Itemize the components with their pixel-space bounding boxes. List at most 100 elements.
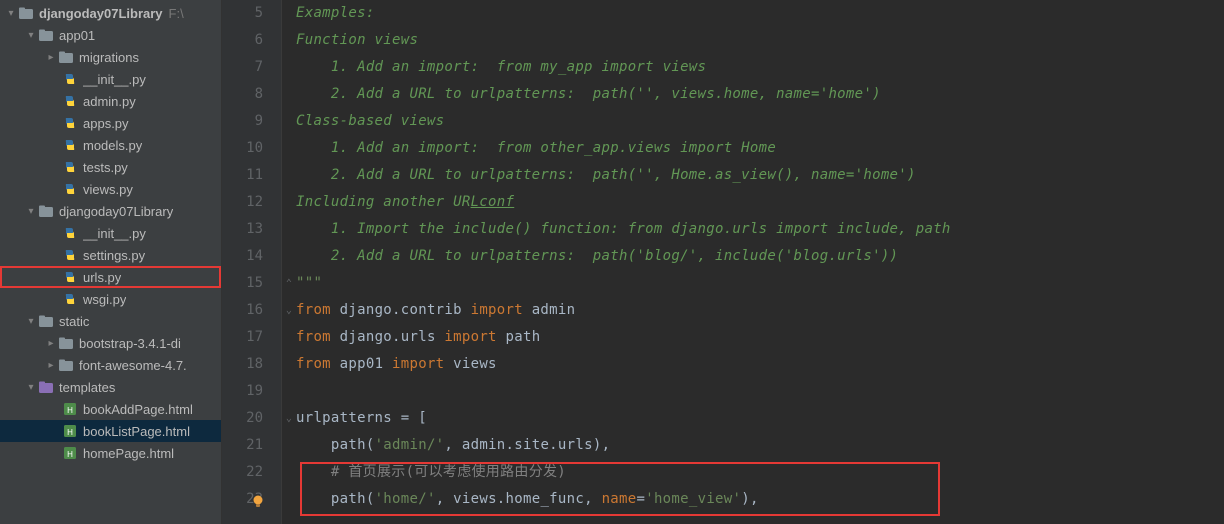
line-number[interactable]: 6 xyxy=(222,27,263,54)
code-line[interactable]: 1. Import the include() function: from d… xyxy=(296,216,1224,243)
tree-item-label: models.py xyxy=(83,138,142,153)
line-number[interactable]: 12 xyxy=(222,189,263,216)
code-line[interactable]: Including another URLconf xyxy=(296,189,1224,216)
line-number[interactable]: 10 xyxy=(222,135,263,162)
tree-item[interactable]: HbookAddPage.html xyxy=(0,398,221,420)
line-number[interactable]: 11 xyxy=(222,162,263,189)
chevron-right-icon[interactable]: ▸ xyxy=(44,338,58,349)
tree-item[interactable]: tests.py xyxy=(0,156,221,178)
tree-item[interactable]: ▾templates xyxy=(0,376,221,398)
tree-item-label: apps.py xyxy=(83,116,129,131)
code-line[interactable]: 1. Add an import: from my_app import vie… xyxy=(296,54,1224,81)
tree-item[interactable]: ▾static xyxy=(0,310,221,332)
tree-item[interactable]: HbookListPage.html xyxy=(0,420,221,442)
tree-item[interactable]: admin.py xyxy=(0,90,221,112)
chevron-down-icon[interactable]: ▾ xyxy=(24,206,38,217)
code-line[interactable]: # 首页展示(可以考虑使用路由分发) xyxy=(296,459,1224,486)
folder-icon xyxy=(38,313,54,329)
project-root[interactable]: ▾ djangoday07LibraryF:\ xyxy=(0,2,221,24)
code-line[interactable]: from app01 import views xyxy=(296,351,1224,378)
line-number[interactable]: 21 xyxy=(222,432,263,459)
line-number-gutter[interactable]: 567891011121314151617181920212223 xyxy=(222,0,282,524)
code-editor[interactable]: Examples:Function views 1. Add an import… xyxy=(282,0,1224,524)
line-number[interactable]: 7 xyxy=(222,54,263,81)
code-line[interactable]: Function views xyxy=(296,27,1224,54)
chevron-down-icon[interactable]: ▾ xyxy=(24,382,38,393)
fold-start-icon[interactable]: ⌄ xyxy=(284,405,294,432)
python-file-icon xyxy=(62,247,78,263)
tree-item-label: __init__.py xyxy=(83,72,146,87)
code-line[interactable]: path('admin/', admin.site.urls), xyxy=(296,432,1224,459)
tree-item[interactable]: apps.py xyxy=(0,112,221,134)
line-number[interactable]: 16 xyxy=(222,297,263,324)
chevron-down-icon[interactable]: ▾ xyxy=(24,316,38,327)
tree-item[interactable]: ▸ migrations xyxy=(0,46,221,68)
fold-end-icon[interactable]: ⌃ xyxy=(284,270,294,297)
line-number[interactable]: 17 xyxy=(222,324,263,351)
line-number[interactable]: 8 xyxy=(222,81,263,108)
line-number[interactable]: 19 xyxy=(222,378,263,405)
tree-item[interactable]: ▾ app01 xyxy=(0,24,221,46)
project-tree[interactable]: ▾ djangoday07LibraryF:\ ▾app01▸migration… xyxy=(0,0,222,524)
line-number[interactable]: 23 xyxy=(222,486,263,513)
code-line[interactable] xyxy=(296,378,1224,405)
tree-item[interactable]: views.py xyxy=(0,178,221,200)
tree-item-label: tests.py xyxy=(83,160,128,175)
tree-item-label: wsgi.py xyxy=(83,292,126,307)
line-number[interactable]: 13 xyxy=(222,216,263,243)
tree-item-label: bookAddPage.html xyxy=(83,402,193,417)
tree-item[interactable]: urls.py xyxy=(0,266,221,288)
html-file-icon: H xyxy=(62,423,78,439)
svg-text:H: H xyxy=(67,406,73,415)
code-line[interactable]: 2. Add a URL to urlpatterns: path('blog/… xyxy=(296,243,1224,270)
tree-item-label: font-awesome-4.7. xyxy=(79,358,187,373)
code-line[interactable]: ⌄urlpatterns = [ xyxy=(296,405,1224,432)
python-file-icon xyxy=(62,159,78,175)
tree-item-label: app01 xyxy=(59,28,95,43)
intention-bulb-icon[interactable] xyxy=(251,491,265,505)
chevron-down-icon: ▾ xyxy=(4,8,18,19)
folder-icon xyxy=(38,203,54,219)
tree-item-label: migrations xyxy=(79,50,139,65)
tree-item[interactable]: HhomePage.html xyxy=(0,442,221,464)
tree-item-label: __init__.py xyxy=(83,226,146,241)
tree-item-label: djangoday07Library xyxy=(59,204,173,219)
code-line[interactable]: ⌃""" xyxy=(296,270,1224,297)
line-number[interactable]: 18 xyxy=(222,351,263,378)
templates-folder-icon xyxy=(38,379,54,395)
chevron-down-icon[interactable]: ▾ xyxy=(24,30,38,41)
tree-item-label: bookListPage.html xyxy=(83,424,190,439)
tree-item[interactable]: __init__.py xyxy=(0,68,221,90)
python-file-icon xyxy=(62,137,78,153)
tree-item[interactable]: ▸ font-awesome-4.7. xyxy=(0,354,221,376)
line-number[interactable]: 22 xyxy=(222,459,263,486)
line-number[interactable]: 15 xyxy=(222,270,263,297)
tree-item[interactable]: ▾ djangoday07Library xyxy=(0,200,221,222)
code-line[interactable]: 2. Add a URL to urlpatterns: path('', Ho… xyxy=(296,162,1224,189)
python-file-icon xyxy=(62,225,78,241)
line-number[interactable]: 20 xyxy=(222,405,263,432)
fold-start-icon[interactable]: ⌄ xyxy=(284,297,294,324)
line-number[interactable]: 5 xyxy=(222,0,263,27)
tree-item[interactable]: __init__.py xyxy=(0,222,221,244)
tree-item-label: settings.py xyxy=(83,248,145,263)
tree-item[interactable]: ▸bootstrap-3.4.1-di xyxy=(0,332,221,354)
code-line[interactable]: path('home/', views.home_func, name='hom… xyxy=(296,486,1224,513)
line-number[interactable]: 9 xyxy=(222,108,263,135)
folder-icon xyxy=(58,357,74,373)
code-line[interactable]: 1. Add an import: from other_app.views i… xyxy=(296,135,1224,162)
tree-item[interactable]: models.py xyxy=(0,134,221,156)
chevron-right-icon[interactable]: ▸ xyxy=(44,52,58,63)
python-file-icon xyxy=(62,269,78,285)
tree-item[interactable]: wsgi.py xyxy=(0,288,221,310)
code-line[interactable]: from django.urls import path xyxy=(296,324,1224,351)
line-number[interactable]: 14 xyxy=(222,243,263,270)
tree-item[interactable]: settings.py xyxy=(0,244,221,266)
code-line[interactable]: ⌄from django.contrib import admin xyxy=(296,297,1224,324)
code-line[interactable]: 2. Add a URL to urlpatterns: path('', vi… xyxy=(296,81,1224,108)
chevron-right-icon[interactable]: ▸ xyxy=(44,360,58,371)
svg-text:H: H xyxy=(67,450,73,459)
folder-icon xyxy=(38,27,54,43)
code-line[interactable]: Class-based views xyxy=(296,108,1224,135)
code-line[interactable]: Examples: xyxy=(296,0,1224,27)
